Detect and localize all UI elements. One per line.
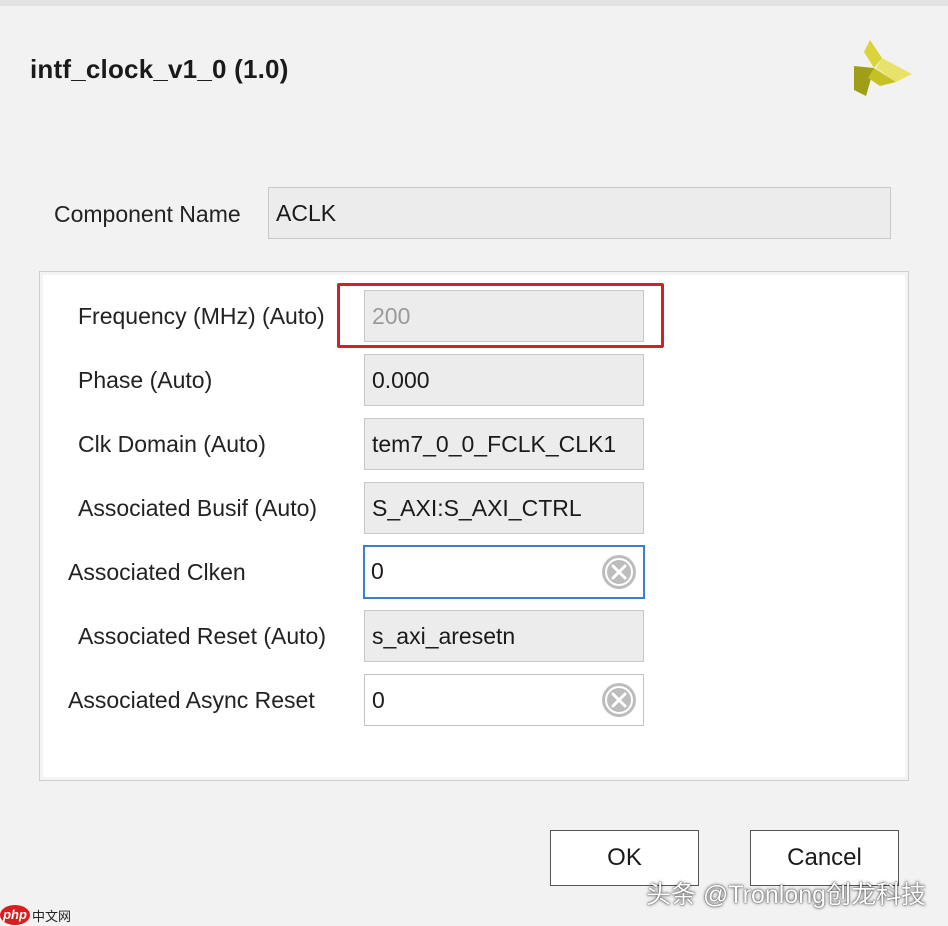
associated-reset-label: Associated Reset (Auto) xyxy=(78,623,327,649)
clk-domain-field: tem7_0_0_FCLK_CLK1 xyxy=(364,418,644,470)
clear-x-glyph xyxy=(603,556,635,588)
xilinx-logo-icon xyxy=(854,40,912,96)
clear-circle-x-icon[interactable] xyxy=(602,683,636,717)
associated-reset-field: s_axi_aresetn xyxy=(364,610,644,662)
component-name-label: Component Name xyxy=(54,201,241,227)
clk-domain-label: Clk Domain (Auto) xyxy=(78,431,266,457)
dialog-title: intf_clock_v1_0 (1.0) xyxy=(30,54,289,84)
associated-busif-field: S_AXI:S_AXI_CTRL xyxy=(364,482,644,534)
component-name-field[interactable]: ACLK xyxy=(268,187,891,239)
frequency-highlight-box xyxy=(337,283,664,348)
phase-label: Phase (Auto) xyxy=(78,367,213,393)
clear-x-glyph xyxy=(603,684,635,716)
frequency-label: Frequency (MHz) (Auto) xyxy=(78,303,325,329)
associated-busif-label: Associated Busif (Auto) xyxy=(78,495,318,521)
top-border xyxy=(0,0,948,6)
site-badge-php: php xyxy=(0,905,30,925)
associated-clken-label: Associated Clken xyxy=(68,559,246,585)
site-badge-cn: 中文网 xyxy=(32,908,72,924)
site-badge: php 中文网 xyxy=(0,904,71,926)
associated-async-reset-label: Associated Async Reset xyxy=(68,687,315,713)
phase-field: 0.000 xyxy=(364,354,644,406)
clear-circle-x-icon[interactable] xyxy=(602,555,636,589)
watermark-text: 头条 @Tronlong创龙科技 xyxy=(646,881,927,909)
